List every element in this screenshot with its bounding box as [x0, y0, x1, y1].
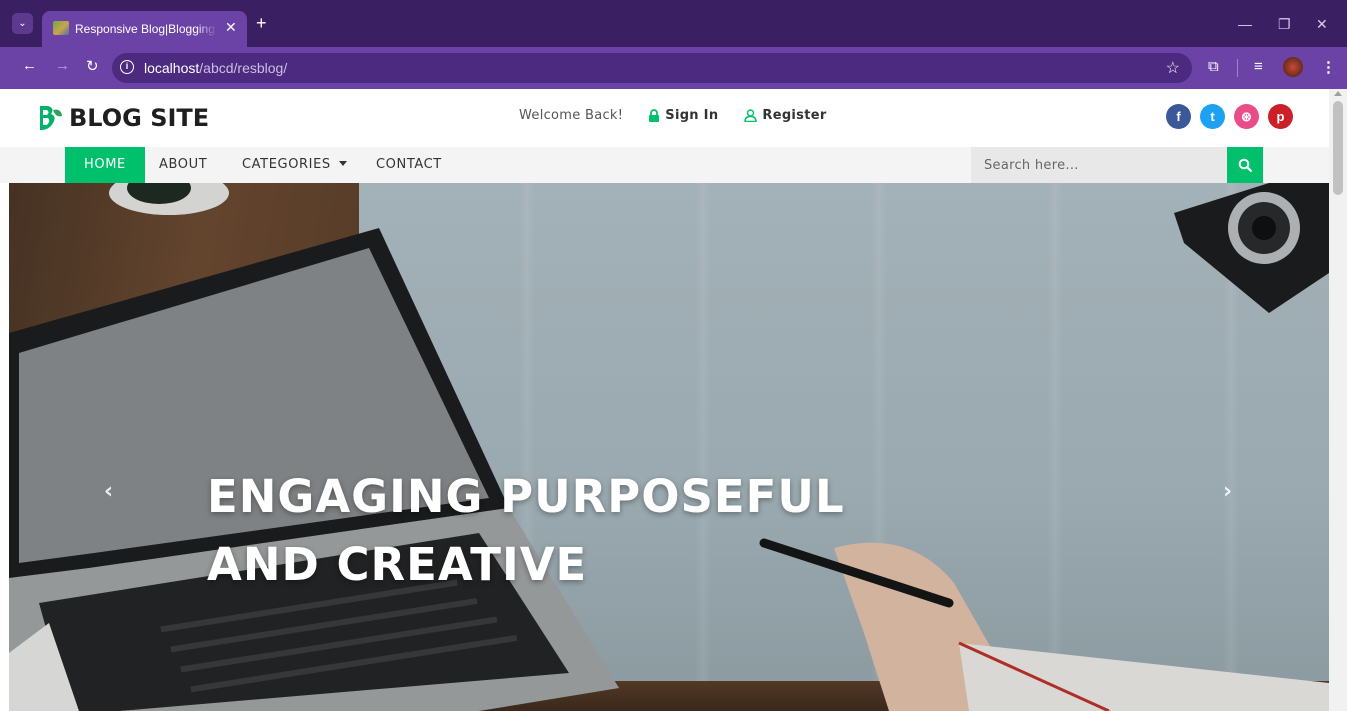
tab-close-icon[interactable]: ✕ [225, 19, 237, 36]
facebook-icon[interactable]: f [1166, 104, 1191, 129]
url-text[interactable]: localhost/abcd/resblog/ [144, 60, 287, 76]
register-link[interactable]: Register [744, 108, 826, 123]
tab-title: Responsive Blog|Blogging For Beginners [75, 22, 217, 36]
profile-avatar[interactable] [1283, 57, 1303, 77]
scroll-thumb[interactable] [1333, 101, 1343, 195]
register-label: Register [762, 108, 827, 123]
sign-in-link[interactable]: Sign In [648, 108, 718, 123]
header-auth-area: Welcome Back! Sign In Register [519, 108, 853, 123]
nav-categories-label: CATEGORIES [242, 157, 331, 172]
close-window-icon[interactable]: ✕ [1316, 16, 1328, 33]
page-viewport: BLOG SITE Welcome Back! Sign In Register… [0, 89, 1347, 711]
hero-title-line-1: ENGAGING PURPOSEFUL [207, 470, 845, 523]
browser-tab-strip: ⌄ Responsive Blog|Blogging For Beginners… [0, 0, 1347, 47]
pinterest-icon[interactable]: p [1268, 104, 1293, 129]
carousel-next-arrow[interactable]: › [1223, 479, 1232, 504]
bookmark-star-icon[interactable]: ☆ [1166, 58, 1180, 78]
lock-icon [649, 109, 660, 122]
nav-about[interactable]: ABOUT [159, 147, 207, 183]
minimize-icon[interactable]: — [1238, 16, 1252, 32]
nav-contact[interactable]: CONTACT [376, 147, 442, 183]
carousel-prev-arrow[interactable]: ‹ [104, 479, 113, 504]
reading-list-icon[interactable]: ≡ [1254, 58, 1263, 75]
new-tab-button[interactable]: + [256, 14, 267, 32]
back-arrow-icon[interactable]: ← [22, 57, 37, 74]
forward-arrow-icon[interactable]: → [55, 57, 70, 74]
address-bar[interactable]: i localhost/abcd/resblog/ ☆ [112, 53, 1192, 83]
hero-title: ENGAGING PURPOSEFUL AND CREATIVE [207, 463, 967, 599]
logo-text: BLOG SITE [69, 104, 210, 132]
url-path: /abcd/resblog/ [199, 60, 288, 76]
extensions-icon[interactable]: ⧉ [1208, 58, 1219, 75]
caret-down-icon [338, 161, 347, 166]
social-links: f t ⊛ p [1166, 104, 1302, 129]
search-button[interactable] [1227, 147, 1263, 183]
restore-icon[interactable]: ❐ [1278, 16, 1291, 33]
tab-favicon-icon [53, 21, 69, 35]
dribbble-icon[interactable]: ⊛ [1234, 104, 1259, 129]
tab-search-button[interactable]: ⌄ [12, 13, 33, 34]
welcome-text: Welcome Back! [519, 108, 624, 123]
reload-icon[interactable]: ↻ [86, 57, 99, 75]
nav-home[interactable]: HOME [65, 147, 145, 183]
url-host: localhost [144, 60, 200, 76]
browser-tab-active[interactable]: Responsive Blog|Blogging For Beginners ✕ [42, 11, 247, 47]
site-header: BLOG SITE Welcome Back! Sign In Register… [0, 89, 1329, 147]
hero-carousel: ‹ › ENGAGING PURPOSEFUL AND CREATIVE [9, 183, 1329, 711]
search-icon [1238, 158, 1252, 172]
hero-title-line-2: AND CREATIVE [207, 538, 588, 591]
browser-toolbar: ← → ↻ i localhost/abcd/resblog/ ☆ ⧉ ≡ ⋮ [0, 47, 1347, 89]
hero-overlay [9, 183, 1329, 711]
search-input[interactable] [971, 147, 1227, 183]
twitter-icon[interactable]: t [1200, 104, 1225, 129]
sign-in-label: Sign In [665, 108, 719, 123]
site-logo[interactable]: BLOG SITE [37, 103, 209, 133]
nav-categories[interactable]: CATEGORIES [242, 147, 347, 183]
main-nav: HOME ABOUT CATEGORIES CONTACT [0, 147, 1329, 183]
toolbar-divider [1237, 59, 1238, 77]
page-scrollbar[interactable] [1329, 89, 1347, 711]
scroll-up-arrow-icon[interactable] [1334, 91, 1342, 96]
menu-kebab-icon[interactable]: ⋮ [1321, 58, 1336, 76]
user-icon [744, 109, 758, 122]
logo-leaf-icon [40, 106, 62, 130]
site-info-icon[interactable]: i [120, 60, 134, 74]
